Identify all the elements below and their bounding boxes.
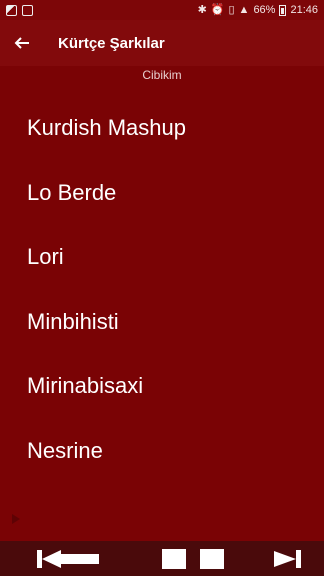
- song-item[interactable]: Minbihisti: [0, 290, 324, 355]
- vibrate-icon: ▯: [228, 3, 235, 16]
- bluetooth-icon: ✱: [197, 3, 207, 16]
- status-right: ✱ ⏰ ▯ ▲ 66% 21:46: [198, 4, 324, 16]
- signal-icon: ▲: [238, 3, 250, 16]
- stop-icon[interactable]: [161, 548, 187, 570]
- app-toolbar: Kürtçe Şarkılar: [0, 20, 324, 66]
- page-title: Kürtçe Şarkılar: [58, 34, 165, 52]
- alarm-icon: ⏰: [210, 3, 225, 16]
- song-item[interactable]: Lo Berde: [0, 161, 324, 226]
- scroll-hint-icon: [12, 514, 20, 524]
- message-notification-icon: [22, 4, 33, 16]
- status-bar: ✱ ⏰ ▯ ▲ 66% 21:46: [0, 0, 324, 20]
- song-item[interactable]: Kurdish Mashup: [0, 96, 324, 161]
- status-left: [0, 4, 33, 16]
- player-controls: [0, 541, 324, 576]
- song-item[interactable]: Mirinabisaxi: [0, 354, 324, 419]
- song-item[interactable]: Lori: [0, 225, 324, 290]
- prev-icon[interactable]: [37, 548, 99, 570]
- song-item[interactable]: Nesrine: [0, 419, 324, 484]
- back-button[interactable]: [2, 20, 42, 66]
- album-subtitle: Cibikim: [142, 68, 182, 82]
- battery-icon: [279, 4, 287, 16]
- battery-percent: 66%: [253, 4, 276, 16]
- clock: 21:46: [290, 4, 318, 16]
- gallery-notification-icon: [6, 4, 17, 16]
- stop-icon[interactable]: [199, 548, 225, 570]
- next-icon[interactable]: [274, 548, 304, 570]
- song-list: Kurdish Mashup Lo Berde Lori Minbihisti …: [0, 96, 324, 483]
- arrow-left-icon: [14, 37, 29, 49]
